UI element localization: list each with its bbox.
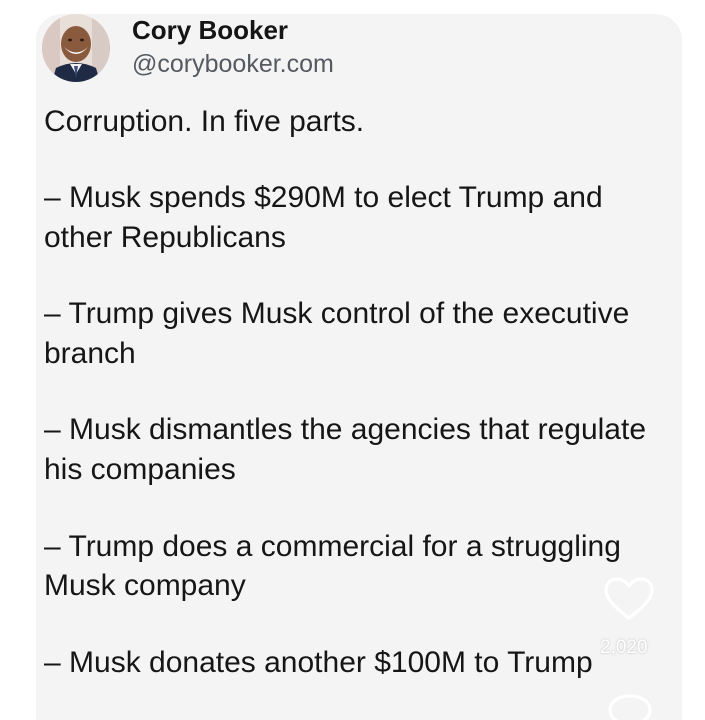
post-text-line: other Republicans bbox=[44, 221, 286, 254]
author-avatar[interactable] bbox=[42, 14, 110, 82]
author-name[interactable]: Cory Booker bbox=[132, 14, 288, 46]
post-text-line: – Trump gives Musk control of the execut… bbox=[44, 297, 630, 330]
heart-outline-icon[interactable] bbox=[603, 576, 655, 622]
post-text-line: branch bbox=[44, 337, 136, 370]
like-count: 2,020 bbox=[600, 637, 648, 658]
post-text-line: Corruption. In five parts. bbox=[44, 105, 365, 138]
post-text-line: – Trump does a commercial for a struggli… bbox=[44, 530, 621, 563]
post-text-line: – Musk donates another $100M to Trump bbox=[44, 646, 593, 679]
post-text-line: his companies bbox=[44, 453, 236, 486]
post-text-line: – Musk spends $290M to elect Trump and bbox=[44, 181, 603, 214]
comment-bubble-icon[interactable] bbox=[606, 692, 654, 720]
post-text-line: Musk company bbox=[44, 569, 246, 602]
avatar-photo bbox=[42, 14, 110, 82]
post-text-line: – Musk dismantles the agencies that regu… bbox=[44, 413, 647, 446]
author-handle[interactable]: @corybooker.com bbox=[132, 48, 334, 80]
